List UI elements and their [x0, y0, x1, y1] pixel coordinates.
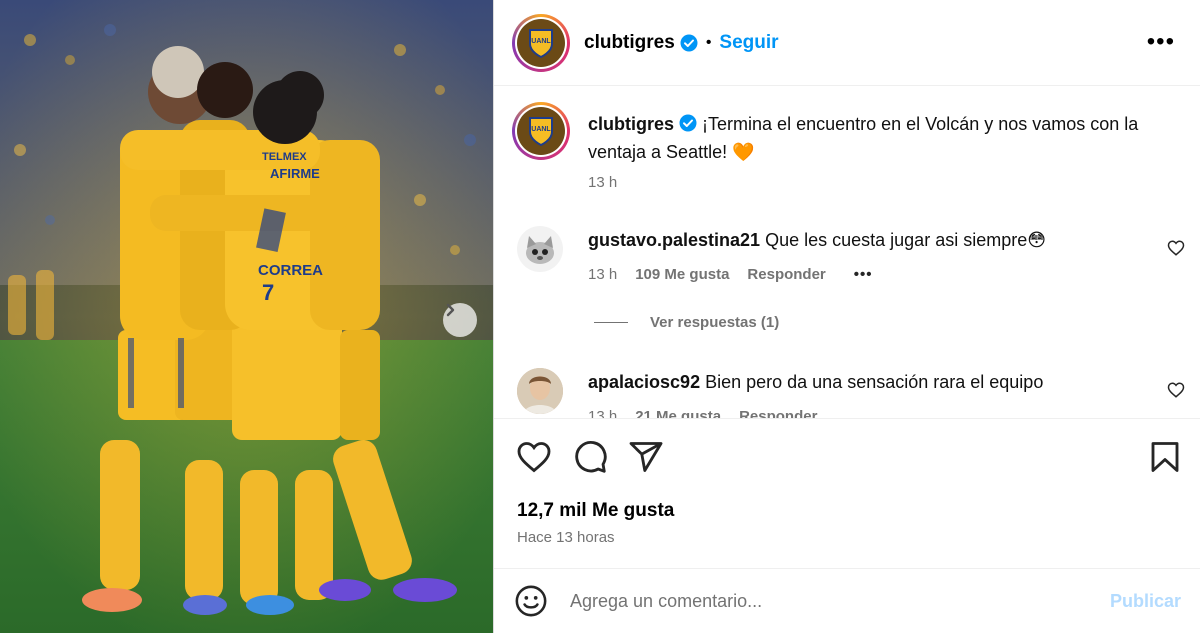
comment-timestamp[interactable]: 13 h — [588, 266, 617, 283]
svg-text:UANL: UANL — [531, 126, 551, 133]
caption-username[interactable]: clubtigres — [588, 114, 674, 134]
view-replies-label: Ver respuestas (1) — [650, 314, 780, 331]
reply-button[interactable]: Responder — [739, 408, 817, 418]
comment-username[interactable]: gustavo.palestina21 — [588, 230, 760, 250]
comment-meta: 13 h 21 Me gusta Responder — [588, 408, 817, 418]
post-header: UANL clubtigres • Seguir ••• — [494, 0, 1200, 86]
tigres-logo-icon: UANL — [517, 107, 565, 155]
post-timestamp[interactable]: Hace 13 horas — [517, 529, 615, 546]
svg-text:7: 7 — [262, 280, 274, 305]
reply-button[interactable]: Responder — [747, 266, 825, 283]
caption-avatar[interactable]: UANL — [512, 102, 570, 160]
chevron-right-icon — [446, 303, 455, 317]
comment-meta: 13 h 109 Me gusta Responder ••• — [588, 266, 873, 283]
comment-timestamp[interactable]: 13 h — [588, 408, 617, 418]
post-photo[interactable]: TELMEX AFIRME CORREA 7 — [0, 0, 493, 633]
bookmark-icon[interactable] — [1147, 439, 1183, 475]
svg-text:CORREA: CORREA — [258, 262, 323, 279]
next-photo-button[interactable] — [443, 303, 477, 337]
comment-likes[interactable]: 109 Me gusta — [635, 266, 729, 283]
cat-avatar-icon — [526, 236, 554, 264]
publish-button[interactable]: Publicar — [1110, 591, 1181, 612]
more-horizontal-icon[interactable]: ••• — [1147, 30, 1175, 54]
comment-icon[interactable] — [572, 439, 608, 475]
author-avatar[interactable]: UANL — [512, 13, 570, 72]
comment-options-icon[interactable]: ••• — [854, 266, 873, 283]
follow-button[interactable]: Seguir — [719, 32, 778, 54]
post-caption: clubtigres ¡Termina el encuentro en el V… — [588, 110, 1188, 166]
comment-likes[interactable]: 21 Me gusta — [635, 408, 721, 418]
comment-text: Bien pero da una sensación rara el equip… — [705, 372, 1044, 392]
share-icon[interactable] — [628, 439, 664, 475]
replies-divider — [594, 322, 628, 323]
comment-username[interactable]: apalaciosc92 — [588, 372, 700, 392]
view-replies-button[interactable]: Ver respuestas (1) — [594, 314, 779, 331]
tigres-logo-icon: UANL — [517, 18, 565, 67]
verified-badge-icon — [680, 34, 698, 52]
comments-list: UANL clubtigres ¡Termina el encuentro en… — [494, 86, 1200, 418]
comment-body: apalaciosc92 Bien pero da una sensación … — [588, 368, 1158, 396]
comment-body: gustavo.palestina21 Que les cuesta jugar… — [588, 226, 1158, 254]
commenter-avatar[interactable] — [517, 368, 563, 414]
svg-text:AFIRME: AFIRME — [270, 166, 320, 181]
person-avatar-icon — [517, 368, 563, 414]
comment-composer: Publicar — [494, 568, 1200, 633]
author-username[interactable]: clubtigres — [584, 32, 675, 54]
team-celebration-photo: TELMEX AFIRME CORREA 7 — [0, 0, 493, 633]
svg-text:UANL: UANL — [531, 38, 551, 45]
commenter-avatar[interactable] — [517, 226, 563, 272]
separator-dot: • — [705, 33, 712, 51]
heart-icon[interactable] — [516, 439, 552, 475]
emoji-icon[interactable] — [514, 584, 548, 618]
comment-input[interactable] — [570, 590, 1110, 612]
verified-badge-icon — [679, 114, 697, 132]
post-side-panel: UANL clubtigres • Seguir ••• UANL clubti… — [493, 0, 1200, 633]
svg-text:TELMEX: TELMEX — [262, 151, 307, 163]
comment-text: Que les cuesta jugar asi siempre😳 — [765, 230, 1046, 250]
like-comment-icon[interactable] — [1167, 381, 1185, 399]
caption-meta: 13 h — [588, 174, 617, 191]
caption-timestamp[interactable]: 13 h — [588, 174, 617, 191]
post-actions: 12,7 mil Me gusta Hace 13 horas — [494, 418, 1200, 568]
instagram-post-modal: TELMEX AFIRME CORREA 7 UANL clubtigres •… — [0, 0, 1200, 633]
like-comment-icon[interactable] — [1167, 239, 1185, 257]
likes-count[interactable]: 12,7 mil Me gusta — [517, 500, 674, 522]
